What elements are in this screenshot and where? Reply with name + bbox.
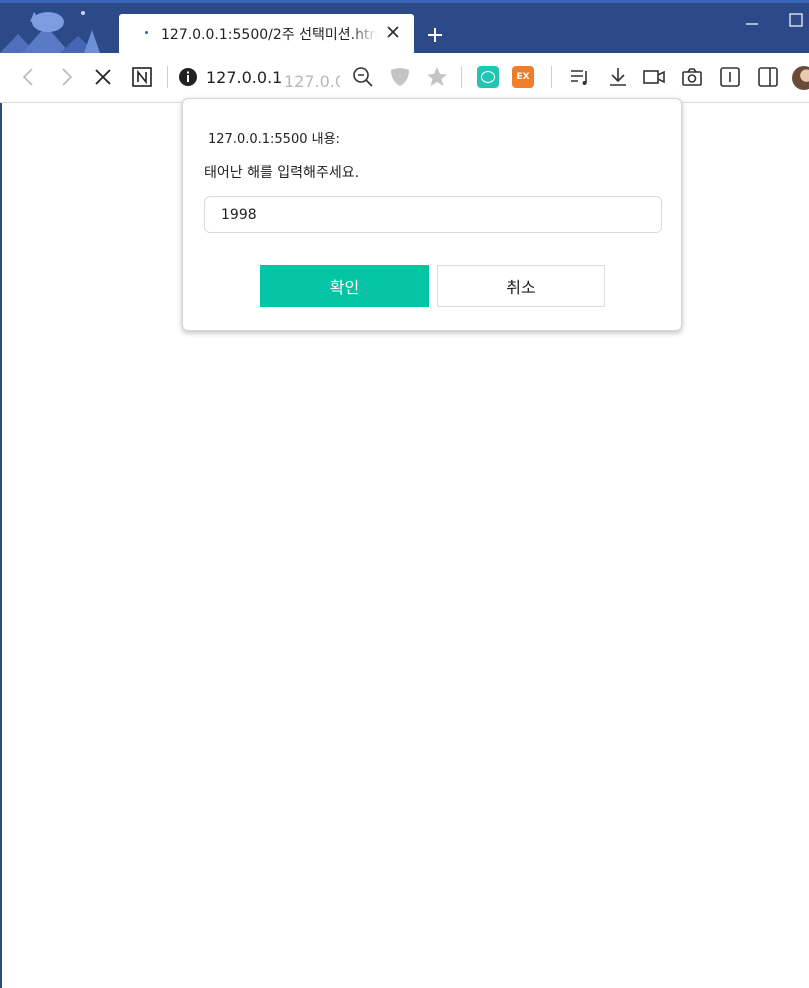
tab-title: 127.0.0.1:5500/2주 선택미션.html bbox=[161, 27, 377, 43]
ex-extension-label: EX bbox=[516, 72, 530, 82]
active-tab[interactable]: 127.0.0.1:5500/2주 선택미션.html bbox=[119, 14, 414, 53]
new-tab-icon[interactable] bbox=[424, 24, 446, 46]
whale-logo-icon bbox=[0, 11, 100, 53]
minimize-icon[interactable] bbox=[744, 12, 760, 28]
dialog-origin: 127.0.0.1:5500 내용: bbox=[208, 132, 340, 147]
bookmark-star-icon[interactable] bbox=[425, 65, 449, 89]
navigation-toolbar: 127.0.0.1 127.0.0.1:5500/2주 선택미션.html EX bbox=[0, 53, 809, 103]
title-bar: 127.0.0.1:5500/2주 선택미션.html bbox=[0, 0, 809, 53]
address-path[interactable]: 127.0.0.1:5500/2주 선택미션.html bbox=[284, 68, 340, 92]
sidebar-panel-icon[interactable] bbox=[718, 65, 742, 89]
stop-loading-icon[interactable] bbox=[91, 65, 115, 89]
split-view-icon[interactable] bbox=[756, 65, 780, 89]
window-left-border bbox=[0, 0, 2, 988]
maximize-icon[interactable] bbox=[788, 12, 804, 28]
profile-avatar[interactable] bbox=[792, 66, 809, 90]
back-icon[interactable] bbox=[17, 65, 41, 89]
download-icon[interactable] bbox=[606, 65, 630, 89]
capture-camera-icon[interactable] bbox=[680, 65, 704, 89]
video-record-icon[interactable] bbox=[642, 65, 666, 89]
ex-extension-icon[interactable]: EX bbox=[512, 66, 534, 88]
zoom-out-icon[interactable] bbox=[351, 65, 375, 89]
papago-glyph-icon bbox=[481, 71, 495, 83]
title-bar-top-line bbox=[0, 0, 809, 3]
toolbar-separator bbox=[551, 66, 552, 88]
shield-icon[interactable] bbox=[388, 65, 412, 89]
ok-button[interactable]: 확인 bbox=[260, 265, 429, 307]
dialog-message: 태어난 해를 입력해주세요. bbox=[204, 165, 360, 181]
prompt-dialog: 127.0.0.1:5500 내용: 태어난 해를 입력해주세요. 확인 취소 bbox=[182, 98, 682, 331]
site-info-icon[interactable] bbox=[176, 65, 200, 89]
naver-home-icon[interactable] bbox=[130, 65, 154, 89]
prompt-input[interactable] bbox=[204, 196, 662, 233]
tab-loading-icon bbox=[145, 31, 148, 34]
toolbar-separator bbox=[167, 66, 168, 88]
tab-close-icon[interactable] bbox=[385, 24, 401, 40]
playlist-icon[interactable] bbox=[568, 65, 592, 89]
address-host[interactable]: 127.0.0.1 bbox=[206, 68, 282, 87]
cancel-button[interactable]: 취소 bbox=[437, 265, 605, 307]
papago-extension-icon[interactable] bbox=[477, 66, 499, 88]
toolbar-separator bbox=[461, 66, 462, 88]
forward-icon[interactable] bbox=[54, 65, 78, 89]
